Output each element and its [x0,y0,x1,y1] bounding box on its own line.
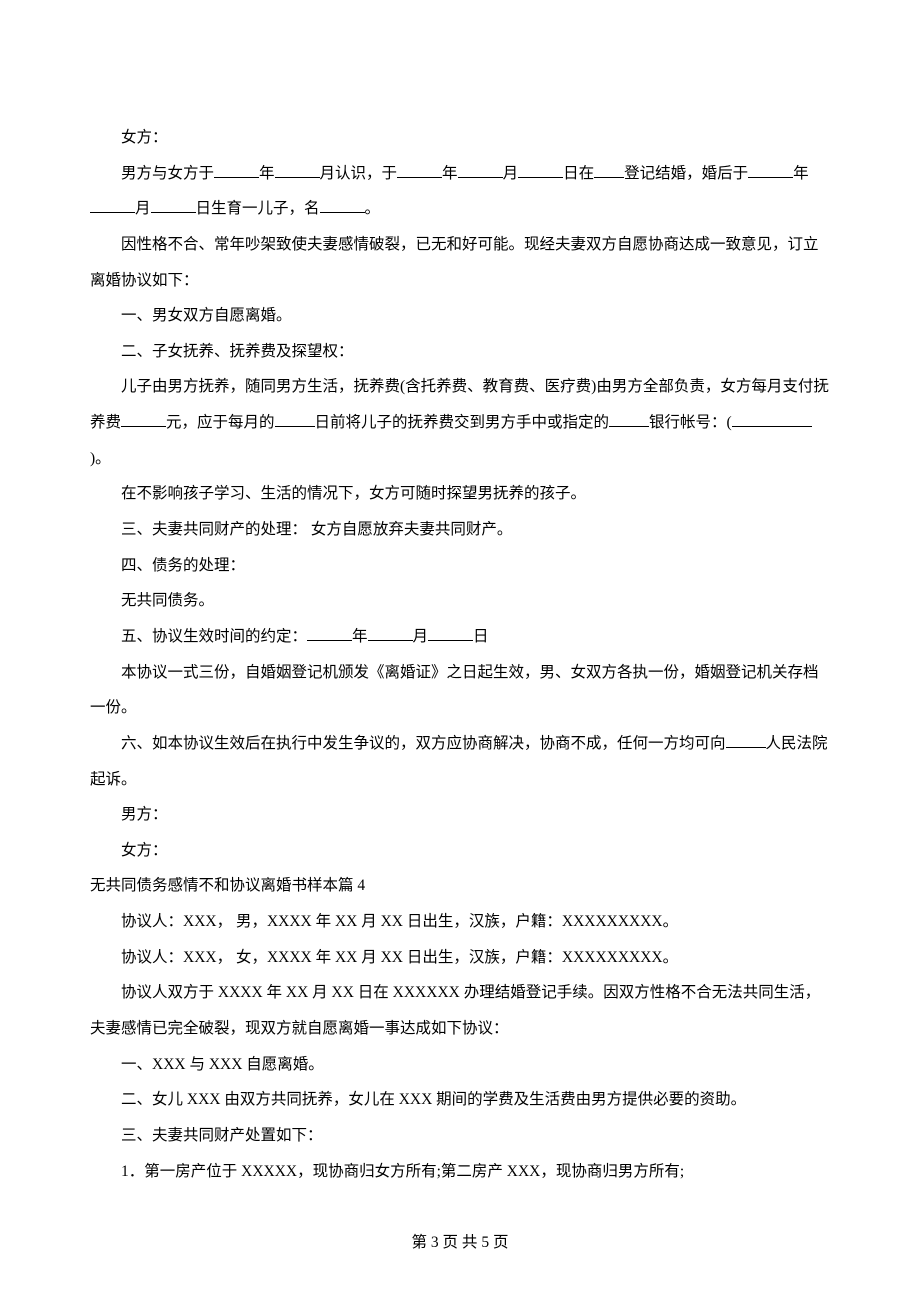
property-item-1: 1．第一房产位于 XXXXX，现协商归女方所有;第二房产 XXX，现协商归男方所… [90,1154,830,1190]
text-segment: 元，应于每月的 [166,414,275,431]
blank-field [609,409,649,428]
clause-4-body: 无共同债务。 [90,583,830,619]
footer-prefix: 第 [412,1234,431,1251]
blank-field [90,195,135,214]
clause-2-body: 儿子由男方抚养，随同男方生活，抚养费(含托养费、教育费、医疗费)由男方全部负责，… [90,369,830,476]
clause-6: 六、如本协议生效后在执行中发生争议的，双方应协商解决，协商不成，任何一方均可向人… [90,726,830,797]
clause-5: 五、协议生效时间的约定： 年 月 日 [90,619,830,655]
blank-field [397,159,442,178]
preamble: 因性格不合、常年吵架致使夫妻感情破裂，已无和好可能。现经夫妻双方自愿协商达成一致… [90,227,830,298]
text-segment: 月 [503,165,519,182]
text-segment: 年 [352,628,368,645]
blank-field [518,159,563,178]
clause-4-header: 四、债务的处理： [90,548,830,584]
blank-field [748,159,793,178]
party-female-info: 协议人：XXX， 女，XXXX 年 XX 月 XX 日出生，汉族，户籍：XXXX… [90,940,830,976]
text-segment: 月认识，于 [320,165,398,182]
clause-3: 三、夫妻共同财产的处理： 女方自愿放弃夫妻共同财产。 [90,512,830,548]
copies-clause: 本协议一式三份，自婚姻登记机颁发《离婚证》之日起生效，男、女双方各执一份，婚姻登… [90,655,830,726]
text-segment: 年 [442,165,458,182]
blank-field [307,622,352,641]
party-female: 女方： [90,120,830,156]
text-segment: 日生育一儿子，名 [196,200,320,217]
agreement-clause-1: 一、XXX 与 XXX 自愿离婚。 [90,1047,830,1083]
signature-female: 女方： [90,833,830,869]
text-segment: 六、如本协议生效后在执行中发生争议的，双方应协商解决，协商不成，任何一方均可向 [121,735,726,752]
blank-field [151,195,196,214]
text-segment: 。 [365,200,381,217]
blank-field [726,729,766,748]
text-segment: 年 [259,165,275,182]
relationship-history: 男方与女方于年月认识，于年月日在登记结婚，婚后于年月日生育一儿子，名。 [90,156,830,227]
text-segment: 五、协议生效时间的约定： [121,628,307,645]
blank-field [320,195,365,214]
text-segment: 男方与女方于 [121,165,214,182]
text-segment: )。 [90,450,111,467]
page-number: 3 [431,1234,439,1251]
footer-suffix: 页 [489,1234,508,1251]
blank-field [121,409,166,428]
text-segment: 日前将儿子的抚养费交到男方手中或指定的 [315,414,610,431]
document-body: 女方： 男方与女方于年月认识，于年月日在登记结婚，婚后于年月日生育一儿子，名。 … [90,120,830,1189]
text-segment: 日在 [563,165,594,182]
text-segment: 登记结婚，婚后于 [624,165,748,182]
blank-field [732,409,812,428]
footer-middle: 页 共 [439,1234,482,1251]
agreement-clause-3: 三、夫妻共同财产处置如下： [90,1118,830,1154]
blank-field [275,409,315,428]
blank-field [368,622,413,641]
marriage-background: 协议人双方于 XXXX 年 XX 月 XX 日在 XXXXXX 办理结婚登记手续… [90,975,830,1046]
signature-male: 男方： [90,797,830,833]
clause-2-header: 二、子女抚养、抚养费及探望权： [90,334,830,370]
agreement-clause-2: 二、女儿 XXX 由双方共同抚养，女儿在 XXX 期间的学费及生活费由男方提供必… [90,1082,830,1118]
text-segment: 银行帐号：( [649,414,732,431]
clause-2-visitation: 在不影响孩子学习、生活的情况下，女方可随时探望男抚养的孩子。 [90,476,830,512]
page-total: 5 [481,1234,489,1251]
blank-field [275,159,320,178]
text-segment: 月 [413,628,429,645]
text-segment: 月 [135,200,151,217]
blank-field [428,622,473,641]
blank-field [594,159,624,178]
page-footer: 第 3 页 共 5 页 [0,1230,920,1252]
blank-field [458,159,503,178]
party-male-info: 协议人：XXX， 男，XXXX 年 XX 月 XX 日出生，汉族，户籍：XXXX… [90,904,830,940]
text-segment: 日 [473,628,489,645]
blank-field [214,159,259,178]
text-segment: 年 [793,165,809,182]
clause-1: 一、男女双方自愿离婚。 [90,298,830,334]
section-heading-4: 无共同债务感情不和协议离婚书样本篇 4 [90,868,830,904]
